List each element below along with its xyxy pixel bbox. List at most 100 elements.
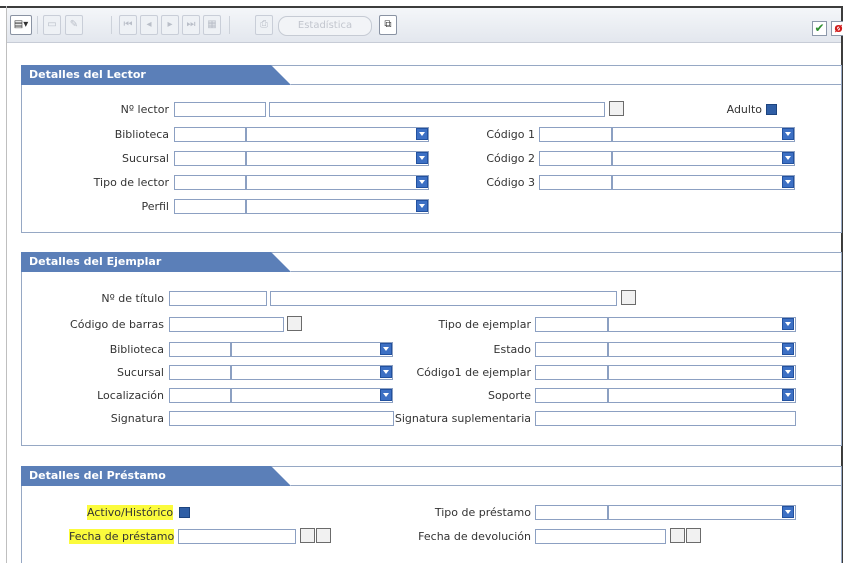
title-number-input[interactable] — [169, 291, 267, 306]
edit-icon[interactable]: ✎ — [65, 15, 83, 35]
copy-type-label: Tipo de ejemplar — [438, 318, 531, 331]
media-select[interactable] — [608, 388, 796, 403]
return-date-input[interactable] — [535, 529, 666, 544]
copy-type-code-input[interactable] — [535, 317, 608, 332]
barcode-lookup-icon[interactable] — [287, 316, 302, 331]
reader-code1-select[interactable] — [612, 127, 795, 142]
chevron-down-icon[interactable] — [416, 176, 428, 188]
reader-code3-select[interactable] — [612, 175, 795, 190]
chevron-down-icon[interactable] — [380, 343, 392, 355]
copy-code1-input[interactable] — [535, 365, 608, 380]
toolbar-separator — [37, 16, 38, 34]
adult-label: Adulto — [726, 103, 762, 116]
active-historic-checkbox[interactable] — [179, 507, 190, 518]
media-code-input[interactable] — [535, 388, 608, 403]
supplementary-call-number-label: Signatura suplementaria — [394, 412, 531, 425]
call-number-input[interactable] — [169, 411, 394, 426]
lookup-icon[interactable] — [300, 528, 315, 543]
media-label: Soporte — [487, 389, 531, 402]
reader-type-select[interactable] — [246, 175, 429, 190]
reader-code1-input[interactable] — [539, 127, 612, 142]
chevron-down-icon[interactable] — [782, 128, 794, 140]
reader-library-select[interactable] — [246, 127, 429, 142]
return-date-label: Fecha de devolución — [418, 530, 531, 543]
barcode-label: Código de barras — [70, 318, 164, 331]
copy-icon[interactable]: ⧉ — [379, 15, 397, 35]
adult-checkbox[interactable] — [766, 104, 777, 115]
chevron-down-icon[interactable] — [416, 152, 428, 164]
search-icon[interactable] — [621, 290, 636, 305]
first-record-icon[interactable]: ⏮ — [119, 15, 137, 35]
cancel-icon[interactable]: ø — [831, 21, 843, 36]
toolbar-separator — [229, 16, 230, 34]
reader-code2-label: Código 2 — [486, 152, 535, 165]
section-title: Detalles del Préstamo — [21, 466, 291, 486]
location-select[interactable] — [231, 388, 393, 403]
reader-type-label: Tipo de lector — [93, 176, 169, 189]
chevron-down-icon[interactable] — [380, 366, 392, 378]
lookup-icon[interactable] — [670, 528, 685, 543]
last-record-icon[interactable]: ⏭ — [182, 15, 200, 35]
statistics-button[interactable]: Estadística — [278, 16, 372, 36]
loan-type-select[interactable] — [608, 505, 796, 520]
chevron-down-icon[interactable] — [782, 152, 794, 164]
call-number-label: Signatura — [110, 412, 164, 425]
reader-branch-label: Sucursal — [121, 152, 169, 165]
chevron-down-icon[interactable] — [416, 128, 428, 140]
active-historic-label: Activo/Histórico — [87, 505, 174, 520]
reader-number-input[interactable] — [174, 102, 266, 117]
chevron-down-icon[interactable] — [416, 200, 428, 212]
chevron-down-icon[interactable] — [782, 343, 794, 355]
toolbar-separator — [111, 16, 112, 34]
chevron-down-icon[interactable] — [380, 389, 392, 401]
calendar-icon[interactable] — [686, 528, 701, 543]
menu-dropdown-icon[interactable]: ▤▾ — [10, 15, 32, 35]
chevron-down-icon[interactable] — [782, 176, 794, 188]
supplementary-call-number-input[interactable] — [535, 411, 796, 426]
reader-type-code-input[interactable] — [174, 175, 246, 190]
reader-branch-select[interactable] — [246, 151, 429, 166]
barcode-input[interactable] — [169, 317, 284, 332]
title-name-input[interactable] — [270, 291, 617, 306]
profile-select[interactable] — [246, 199, 429, 214]
copy-branch-select[interactable] — [231, 365, 393, 380]
print-icon[interactable]: ⎙ — [255, 15, 273, 35]
search-icon[interactable] — [609, 101, 624, 116]
section-header: Detalles del Ejemplar — [21, 252, 842, 272]
copy-branch-code-input[interactable] — [169, 365, 231, 380]
copy-code1-label: Código1 de ejemplar — [416, 366, 531, 379]
chevron-down-icon[interactable] — [782, 506, 794, 518]
previous-record-icon[interactable]: ◂ — [140, 15, 158, 35]
reader-code3-input[interactable] — [539, 175, 612, 190]
copy-code1-select[interactable] — [608, 365, 796, 380]
reader-code2-input[interactable] — [539, 151, 612, 166]
reader-library-code-input[interactable] — [174, 127, 246, 142]
chevron-down-icon[interactable] — [782, 366, 794, 378]
title-number-label: Nº de título — [101, 292, 164, 305]
status-label: Estado — [493, 343, 531, 356]
loan-type-code-input[interactable] — [535, 505, 608, 520]
save-icon[interactable]: ▭ — [43, 15, 61, 35]
chevron-down-icon[interactable] — [782, 318, 794, 330]
profile-code-input[interactable] — [174, 199, 246, 214]
location-code-input[interactable] — [169, 388, 231, 403]
app-window: ▤▾ ▭ ✎ ⏮ ◂ ▸ ⏭ ▦ ⎙ Estadística ⧉ ✔ ø Det… — [0, 0, 843, 563]
accept-icon[interactable]: ✔ — [812, 21, 827, 36]
grid-view-icon[interactable]: ▦ — [203, 15, 221, 35]
copy-branch-label: Sucursal — [116, 366, 164, 379]
status-select[interactable] — [608, 342, 796, 357]
reader-code2-select[interactable] — [612, 151, 795, 166]
calendar-icon[interactable] — [316, 528, 331, 543]
chevron-down-icon[interactable] — [782, 389, 794, 401]
copy-library-code-input[interactable] — [169, 342, 231, 357]
reader-name-input[interactable] — [269, 102, 605, 117]
next-record-icon[interactable]: ▸ — [161, 15, 179, 35]
copy-library-select[interactable] — [231, 342, 393, 357]
reader-number-label: Nº lector — [120, 103, 169, 116]
reader-library-label: Biblioteca — [114, 128, 169, 141]
status-code-input[interactable] — [535, 342, 608, 357]
reader-branch-code-input[interactable] — [174, 151, 246, 166]
copy-type-select[interactable] — [608, 317, 796, 332]
window-left-border — [6, 6, 7, 563]
loan-date-input[interactable] — [178, 529, 296, 544]
